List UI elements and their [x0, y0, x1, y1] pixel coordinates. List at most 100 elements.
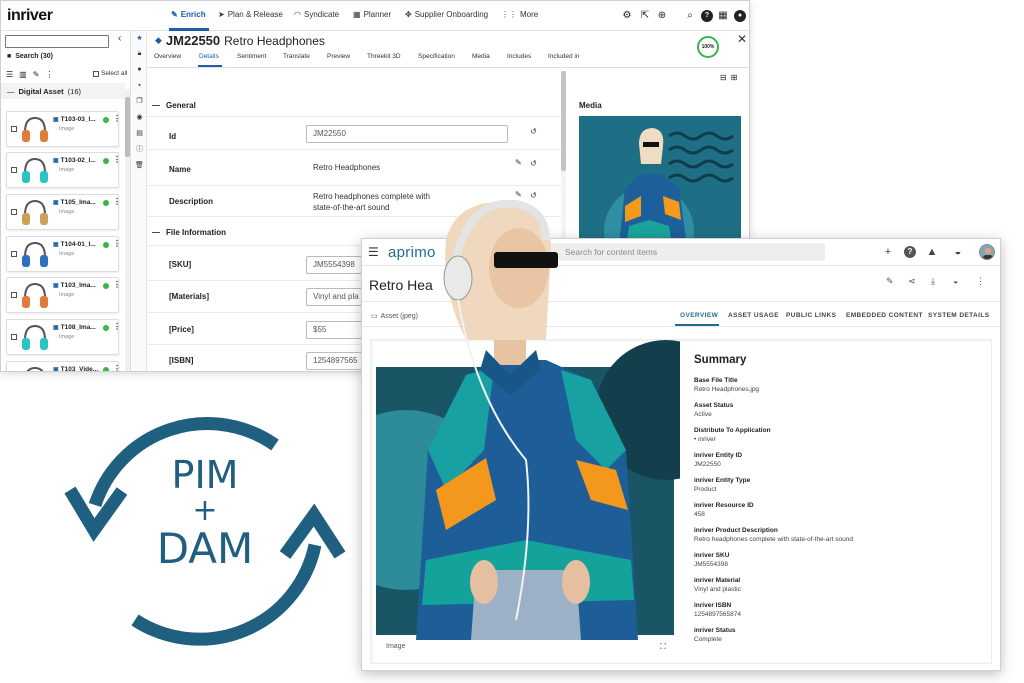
more-icon[interactable]: ⋮: [113, 322, 121, 331]
more-icon[interactable]: ⋮: [660, 356, 668, 365]
asset-card[interactable]: ▣ T108_Ima... Image ⋮: [6, 319, 121, 355]
asset-card[interactable]: ▣ T103-03_I... Image ⋮: [6, 111, 121, 147]
document-icon[interactable]: ▤: [135, 129, 144, 138]
asset-checkbox[interactable]: [11, 126, 17, 132]
name-value[interactable]: Retro Headphones: [313, 162, 380, 173]
select-all-checkbox[interactable]: [93, 70, 99, 77]
tab-specification[interactable]: Specification: [418, 53, 455, 60]
more-icon[interactable]: ⋮: [113, 364, 121, 371]
lock-icon[interactable]: 🔒︎: [135, 49, 144, 58]
basket-icon[interactable]: ◒: [952, 246, 964, 258]
edit-icon[interactable]: ✎: [33, 70, 40, 79]
asset-card[interactable]: ▣ T104-01_I... Image ⋮: [6, 236, 121, 272]
search-count[interactable]: ■ Search (30): [7, 53, 53, 60]
search-icon[interactable]: ⌕: [684, 10, 696, 22]
nav-planner[interactable]: ▦ Planner: [353, 10, 391, 19]
asset-checkbox[interactable]: [11, 209, 17, 215]
history-icon[interactable]: ↺: [530, 159, 537, 168]
fullscreen-icon[interactable]: ⛶: [660, 642, 666, 652]
asset-checkbox[interactable]: [11, 251, 17, 257]
asset-card[interactable]: ▣ T105_Ima... Image ⋮: [6, 194, 121, 230]
menu-icon[interactable]: ☰: [368, 245, 379, 259]
version-selector[interactable]: n #1 ▾ ⋮: [626, 356, 668, 365]
nav-supplier-onboarding[interactable]: ✥ Supplier Onboarding: [405, 10, 488, 19]
more-icon[interactable]: ⋮: [113, 155, 121, 164]
section-file-information[interactable]: — File Information: [152, 228, 226, 237]
content-search-input[interactable]: ⌕ Search for content items: [537, 243, 825, 261]
add-to-basket-icon[interactable]: ◒: [953, 276, 958, 286]
asset-card[interactable]: ▣ T103_Vide... ⋮: [6, 361, 121, 371]
tab-public-links[interactable]: PUBLIC LINKS: [786, 312, 836, 319]
asset-card[interactable]: ▣ T103-02_I... Image ⋮: [6, 152, 121, 188]
collapse-all-icon[interactable]: ⊟: [720, 73, 727, 82]
tab-sentiment[interactable]: Sentiment: [237, 53, 266, 60]
share-icon[interactable]: ⋖: [908, 276, 916, 287]
columns-icon[interactable]: ▥: [19, 70, 27, 79]
delete-icon[interactable]: 🗑︎: [135, 161, 144, 170]
pencil-icon[interactable]: ✎: [515, 158, 522, 167]
list-view-icon[interactable]: ☰: [6, 70, 13, 79]
section-general[interactable]: — General: [152, 101, 196, 110]
more-icon[interactable]: ⋮: [45, 70, 53, 79]
nav-more[interactable]: ⋮⋮ More: [501, 10, 538, 19]
help-icon[interactable]: ?: [701, 10, 713, 22]
tab-overview[interactable]: Overview: [154, 53, 181, 60]
apps-icon[interactable]: ▦: [717, 10, 729, 22]
close-icon[interactable]: ✕: [737, 32, 747, 46]
bell-icon[interactable]: ▲: [926, 246, 938, 258]
download-icon[interactable]: ⤓: [931, 276, 935, 287]
left-scrollbar[interactable]: [125, 89, 130, 371]
composite-stage: inriver ✎ Enrich ➤ Plan & Release ◠ Syndica…: [0, 0, 1024, 683]
more-icon[interactable]: ⋮: [113, 280, 121, 289]
nav-plan-release[interactable]: ➤ Plan & Release: [218, 10, 283, 19]
avatar[interactable]: [979, 244, 995, 260]
user-icon[interactable]: ●: [734, 10, 746, 22]
view-icon[interactable]: ◉: [135, 113, 144, 122]
tab-included-in[interactable]: Included in: [548, 53, 579, 60]
history-icon[interactable]: ↺: [530, 191, 537, 200]
more-icon[interactable]: ⋮: [113, 197, 121, 206]
zoom-icon[interactable]: ⊕: [656, 10, 668, 22]
asset-checkbox[interactable]: [11, 292, 17, 298]
nav-enrich[interactable]: ✎ Enrich: [171, 10, 206, 19]
help-icon[interactable]: ?: [904, 246, 916, 258]
edit-icon[interactable]: ✎: [886, 276, 894, 287]
copy-icon[interactable]: ❐: [135, 97, 144, 106]
tab-media[interactable]: Media: [472, 53, 490, 60]
asset-group-header[interactable]: — Digital Asset (16): [1, 83, 125, 99]
more-icon[interactable]: ⋮: [113, 114, 121, 123]
select-all[interactable]: Select all: [93, 70, 127, 77]
tab-includes[interactable]: Includes: [507, 53, 531, 60]
inriver-logo[interactable]: inriver: [7, 7, 53, 25]
asset-checkbox[interactable]: [11, 334, 17, 340]
collapse-panel-icon[interactable]: ‹: [118, 33, 121, 44]
export-icon[interactable]: ⇱: [639, 10, 651, 22]
id-field[interactable]: JM22550: [306, 125, 508, 143]
expand-all-icon[interactable]: ⊞: [731, 73, 738, 82]
tab-embedded-content[interactable]: EMBEDDED CONTENT: [846, 312, 923, 319]
star-icon[interactable]: ★: [135, 34, 144, 43]
more-icon[interactable]: ⋮: [113, 239, 121, 248]
trash-icon[interactable]: ▪: [135, 81, 144, 90]
tab-system-details[interactable]: SYSTEM DETAILS: [928, 312, 989, 319]
tools-icon[interactable]: ⚙: [621, 10, 633, 22]
asset-card[interactable]: ▣ T103_Ima... Image ⋮: [6, 277, 121, 313]
history-icon[interactable]: ↺: [530, 127, 537, 136]
tab-asset-usage[interactable]: ASSET USAGE: [728, 312, 779, 319]
pencil-icon[interactable]: ✎: [515, 190, 522, 199]
tab-details[interactable]: Details: [199, 53, 219, 60]
more-icon[interactable]: ⋮: [976, 276, 985, 287]
add-icon[interactable]: +: [882, 246, 894, 258]
asset-checkbox[interactable]: [11, 167, 17, 173]
nav-syndicate[interactable]: ◠ Syndicate: [294, 10, 339, 19]
comment-icon[interactable]: ●: [135, 65, 144, 74]
left-search-input[interactable]: ⌕: [5, 35, 109, 48]
aprimo-logo[interactable]: aprimo: [388, 244, 436, 261]
info-icon[interactable]: ⓘ: [135, 145, 144, 154]
tab-threekit-3d[interactable]: Threekit 3D: [367, 53, 401, 60]
media-thumbnail[interactable]: [579, 116, 741, 246]
tab-translate[interactable]: Translate: [283, 53, 310, 60]
description-value[interactable]: Retro headphones complete with state-of-…: [313, 191, 430, 213]
tab-preview[interactable]: Preview: [327, 53, 350, 60]
tab-overview[interactable]: OVERVIEW: [680, 312, 718, 319]
